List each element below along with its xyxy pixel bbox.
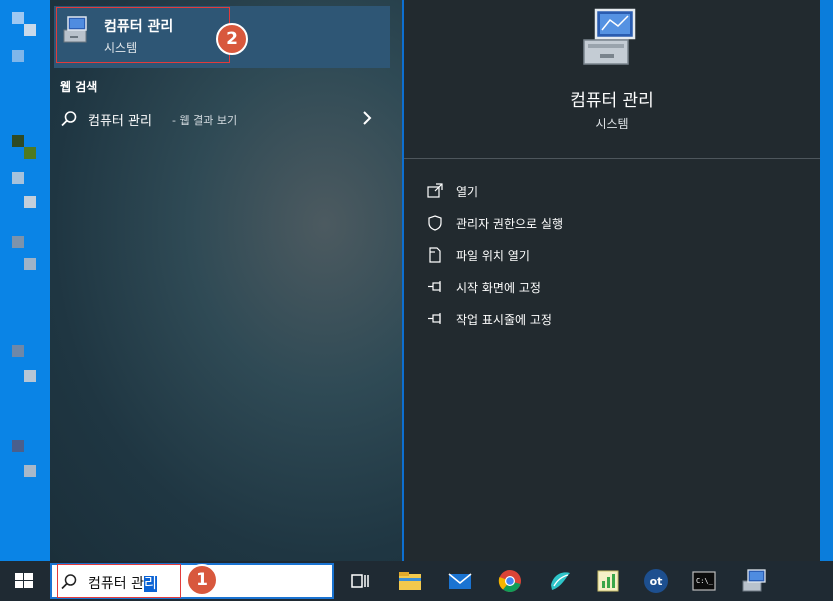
blurred-desktop-icon: [24, 465, 36, 477]
web-search-header: 웹 검색: [60, 80, 98, 94]
detail-divider: [404, 158, 820, 159]
notepad-icon[interactable]: [594, 567, 622, 595]
terminal-label: C:\_: [696, 577, 714, 585]
pin-icon: [428, 313, 441, 324]
blurred-desktop-icon: [12, 440, 24, 452]
open-icon: [427, 183, 443, 198]
taskbar: 컴퓨터 관리 1 ot C:\_: [0, 561, 833, 601]
computer-management-large-icon: [583, 8, 636, 65]
file-explorer-icon[interactable]: [396, 567, 424, 595]
desktop-right-edge: [820, 0, 833, 561]
action-pin-to-taskbar[interactable]: 작업 표시줄에 고정: [426, 308, 596, 330]
terminal-icon[interactable]: C:\_: [690, 567, 718, 595]
blurred-desktop-icon: [12, 135, 24, 147]
blurred-desktop-icon: [24, 147, 36, 159]
pin-icon: [428, 281, 441, 292]
web-search-query: 컴퓨터 관리: [88, 114, 152, 129]
blurred-desktop-icon: [12, 50, 24, 62]
action-open-file-location[interactable]: 파일 위치 열기: [426, 244, 586, 266]
callout-badge-1: 1: [186, 564, 218, 596]
detail-title: 컴퓨터 관리: [570, 91, 654, 111]
action-run-as-admin[interactable]: 관리자 권한으로 실행: [426, 212, 626, 234]
task-view-icon[interactable]: [346, 567, 374, 595]
app-icon[interactable]: [546, 567, 574, 595]
action-label: 파일 위치 열기: [456, 249, 530, 263]
action-open[interactable]: 열기: [426, 180, 546, 202]
action-pin-to-start[interactable]: 시작 화면에 고정: [426, 276, 586, 298]
blurred-desktop-icon: [12, 236, 24, 248]
web-search-result[interactable]: 컴퓨터 관리 - 웹 결과 보기: [54, 105, 390, 133]
detail-subtitle: 시스템: [595, 117, 629, 131]
ot-label: ot: [650, 575, 663, 588]
chrome-icon[interactable]: [496, 567, 524, 595]
action-label: 시작 화면에 고정: [456, 281, 541, 295]
web-search-suffix: - 웹 결과 보기: [172, 114, 238, 127]
callout-badge-2: 2: [216, 23, 248, 55]
shield-icon: [428, 215, 442, 231]
chevron-right-icon[interactable]: [360, 109, 374, 127]
action-label: 관리자 권한으로 실행: [456, 217, 563, 231]
blurred-desktop-icon: [12, 12, 24, 24]
callout-highlight-box-1: [57, 564, 181, 598]
blurred-desktop-icon: [24, 196, 36, 208]
computer-management-icon[interactable]: [740, 567, 768, 595]
blurred-desktop-icon: [24, 24, 36, 36]
windows-start-button[interactable]: [0, 561, 48, 601]
blurred-desktop-icon: [12, 345, 24, 357]
desktop-icons-strip: [0, 0, 50, 561]
file-location-icon: [429, 247, 441, 263]
mail-icon[interactable]: [446, 567, 474, 595]
blurred-desktop-icon: [24, 370, 36, 382]
start-menu-results-pane: [50, 0, 402, 561]
search-icon: [61, 111, 77, 127]
blurred-desktop-icon: [12, 172, 24, 184]
ot-icon[interactable]: ot: [642, 567, 670, 595]
blurred-desktop-icon: [24, 258, 36, 270]
action-label: 열기: [456, 185, 479, 199]
callout-highlight-box-2: [56, 7, 230, 63]
action-label: 작업 표시줄에 고정: [456, 313, 552, 327]
